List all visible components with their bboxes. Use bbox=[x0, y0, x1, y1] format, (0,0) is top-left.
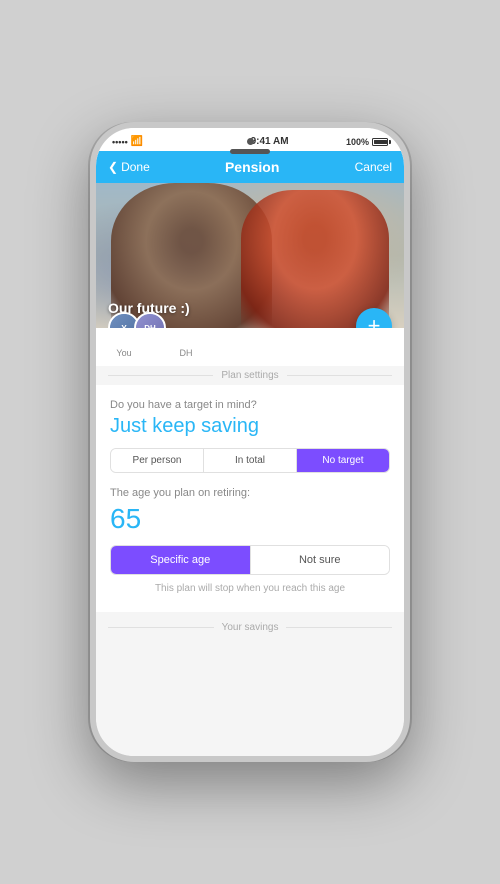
avatar-dh-face: DH bbox=[136, 314, 164, 328]
chevron-left-icon: ❮ bbox=[108, 160, 118, 174]
cancel-button[interactable]: Cancel bbox=[355, 160, 392, 174]
avatars-row: Y DH bbox=[108, 312, 160, 328]
battery-status: 100% bbox=[346, 137, 388, 147]
age-toggle-group: Specific age Not sure bbox=[110, 545, 390, 575]
specific-age-button[interactable]: Specific age bbox=[111, 546, 251, 574]
your-savings-divider: Your savings bbox=[96, 616, 404, 639]
settings-card: Do you have a target in mind? Just keep … bbox=[96, 385, 404, 612]
battery-fill bbox=[374, 140, 387, 144]
main-content: Our future :) Y DH + bbox=[96, 183, 404, 756]
saving-value: Just keep saving bbox=[110, 415, 390, 438]
plan-settings-label: Plan settings bbox=[213, 370, 286, 381]
speaker-area bbox=[230, 138, 270, 154]
your-savings-label: Your savings bbox=[214, 622, 287, 633]
wifi-icon: 📶 bbox=[131, 136, 143, 147]
avatar-dh-label: DH bbox=[170, 348, 202, 358]
avatar-names-row: You DH bbox=[96, 328, 404, 366]
navigation-bar: ❮ Done Pension Cancel bbox=[96, 151, 404, 183]
back-button[interactable]: ❮ Done bbox=[108, 160, 150, 174]
retire-question: The age you plan on retiring: bbox=[110, 487, 390, 499]
hero-image-container: Our future :) Y DH + bbox=[96, 183, 404, 366]
hero-image: Our future :) Y DH + bbox=[96, 183, 404, 328]
no-target-button[interactable]: No target bbox=[297, 449, 389, 472]
person-right bbox=[241, 190, 389, 328]
in-total-button[interactable]: In total bbox=[204, 449, 297, 472]
savings-divider-right bbox=[286, 627, 392, 628]
not-sure-button[interactable]: Not sure bbox=[251, 546, 390, 574]
retire-age-value: 65 bbox=[110, 503, 390, 535]
speaker-bar bbox=[230, 149, 270, 154]
divider-line-right bbox=[287, 375, 392, 376]
per-person-button[interactable]: Per person bbox=[111, 449, 204, 472]
hero-image-inner: Our future :) bbox=[96, 183, 404, 328]
camera-dot bbox=[247, 138, 254, 145]
target-question: Do you have a target in mind? bbox=[110, 399, 390, 411]
age-hint: This plan will stop when you reach this … bbox=[110, 583, 390, 594]
divider-line-left bbox=[108, 375, 213, 376]
phone-frame: ••••• 📶 9:41 AM 100% ❮ Done Pension Canc… bbox=[90, 122, 410, 762]
phone-screen: ••••• 📶 9:41 AM 100% ❮ Done Pension Canc… bbox=[96, 128, 404, 756]
signal-strength: ••••• 📶 bbox=[112, 136, 143, 147]
target-toggle-group: Per person In total No target bbox=[110, 448, 390, 473]
savings-divider-left bbox=[108, 627, 214, 628]
avatar-you-label: You bbox=[108, 348, 140, 358]
plan-settings-divider: Plan settings bbox=[96, 370, 404, 381]
nav-title: Pension bbox=[225, 159, 279, 175]
battery-icon bbox=[372, 138, 388, 146]
status-bar: ••••• 📶 9:41 AM 100% bbox=[96, 128, 404, 151]
